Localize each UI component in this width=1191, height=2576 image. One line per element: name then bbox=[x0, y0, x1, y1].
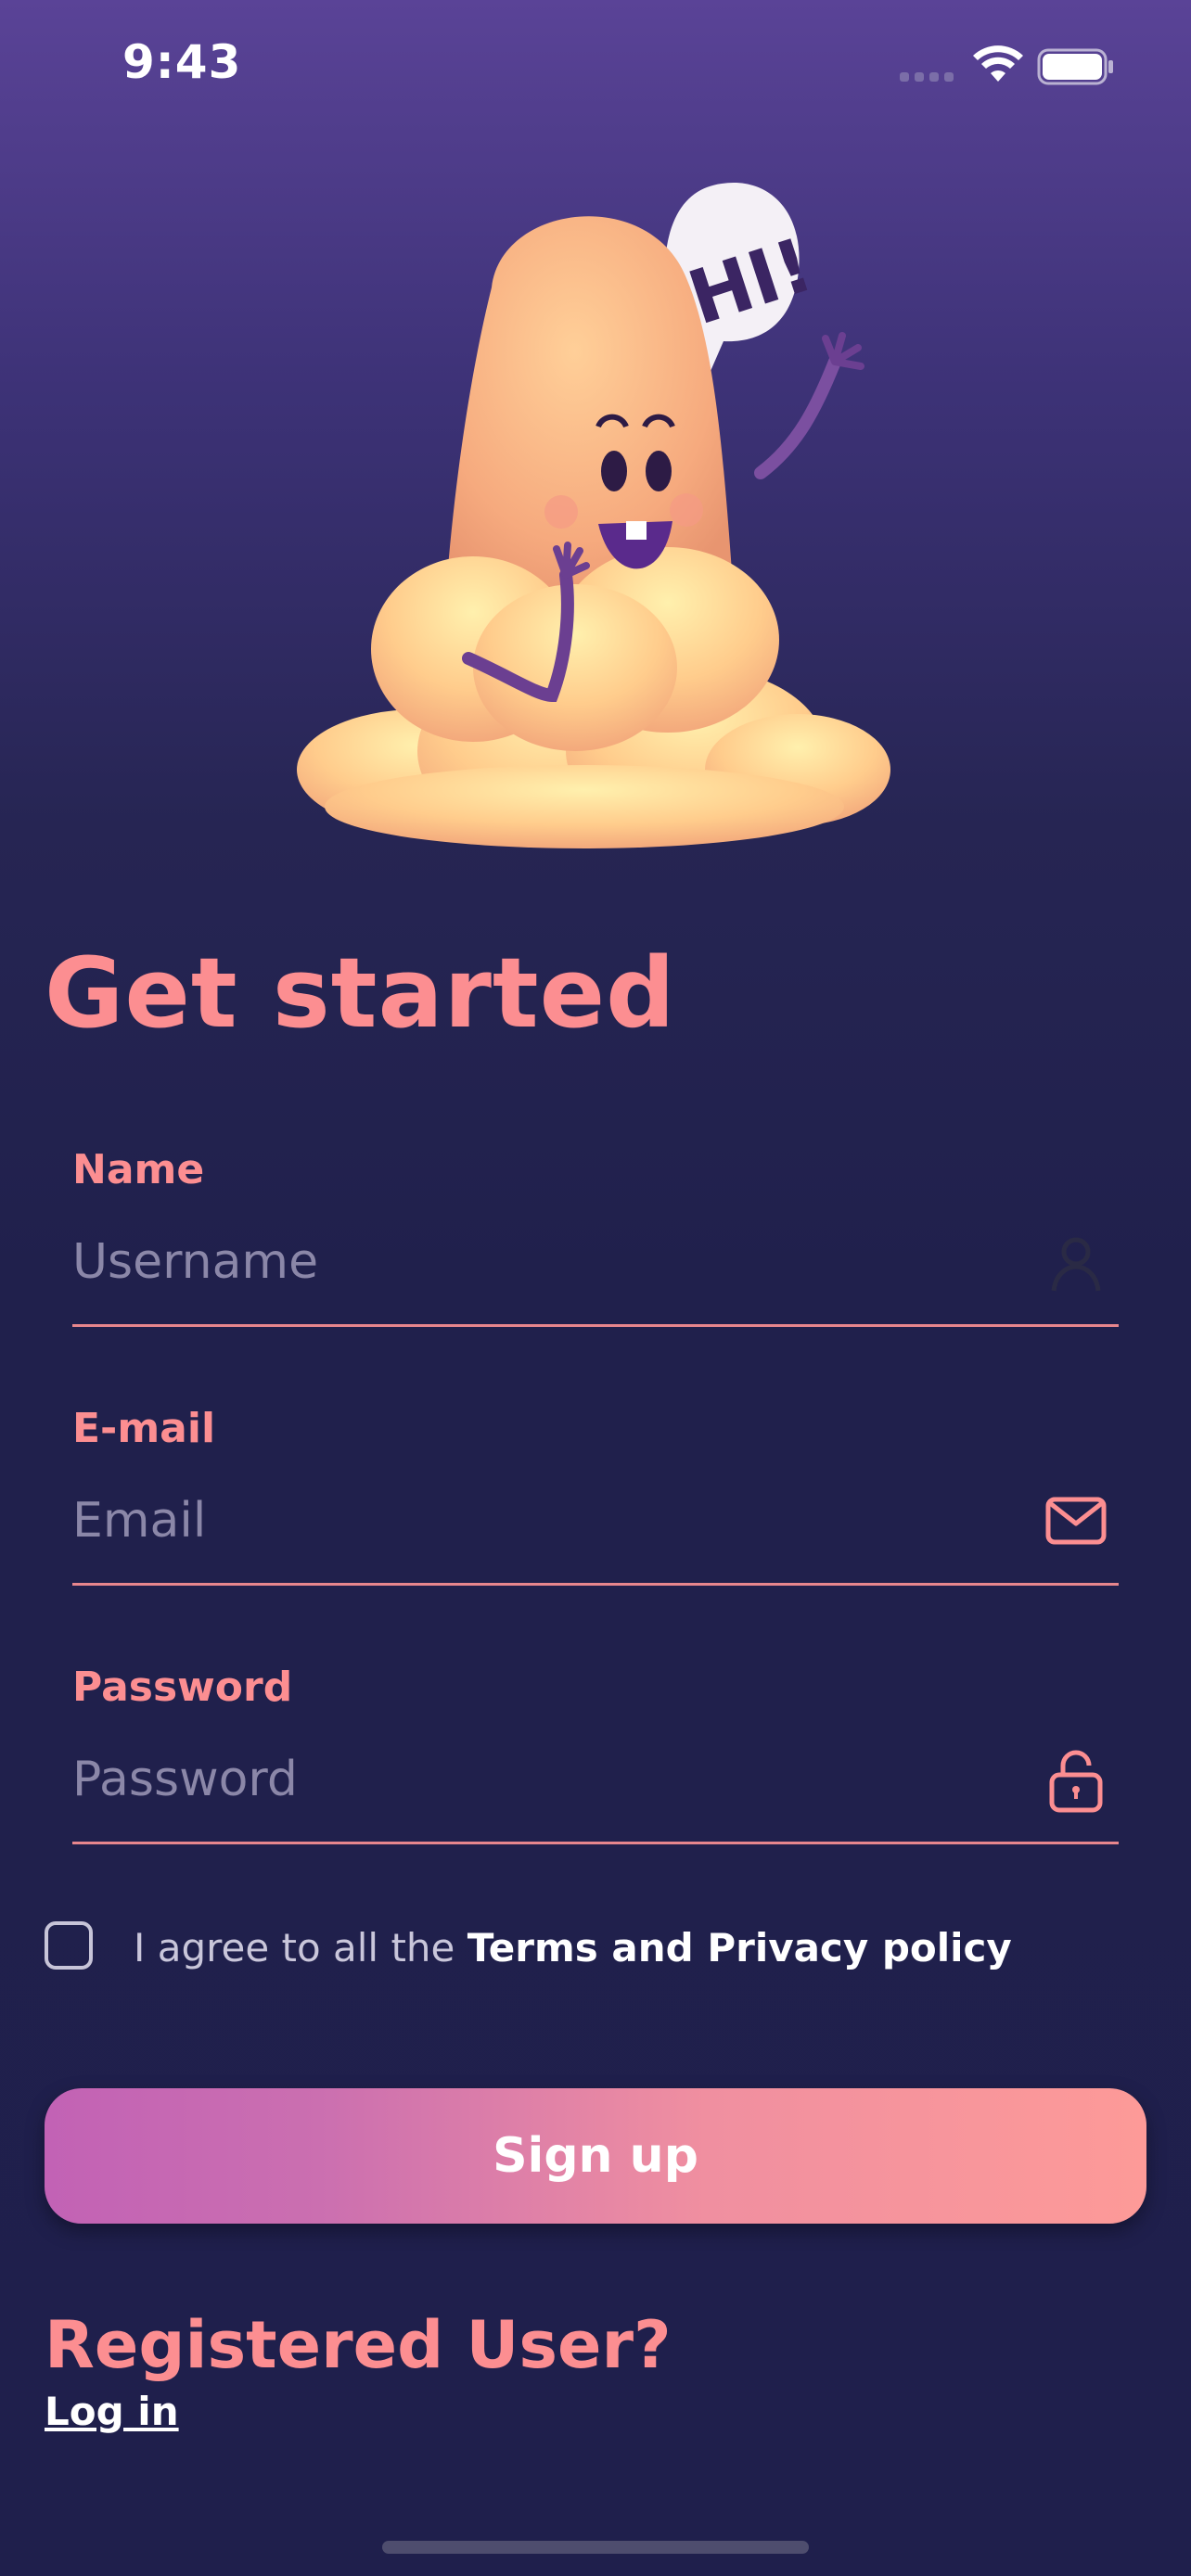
email-label: E-mail bbox=[72, 1405, 216, 1452]
email-underline bbox=[72, 1583, 1119, 1586]
home-indicator bbox=[382, 2541, 809, 2554]
unlock-icon bbox=[1049, 1750, 1103, 1813]
hello-mascot-illustration: HI! bbox=[297, 182, 890, 848]
user-icon bbox=[1051, 1237, 1101, 1292]
terms-agreement: I agree to all the Terms and Privacy pol… bbox=[45, 1921, 1139, 1977]
name-field: Name bbox=[72, 1146, 1119, 1332]
terms-prefix: I agree to all the bbox=[134, 1925, 467, 1970]
password-field: Password bbox=[72, 1664, 1119, 1849]
cellular-signal-icon bbox=[900, 72, 955, 82]
status-time: 9:43 bbox=[122, 35, 242, 89]
registered-user-heading: Registered User? bbox=[45, 2307, 672, 2383]
sign-up-button[interactable]: Sign up bbox=[45, 2088, 1146, 2224]
terms-checkbox[interactable] bbox=[45, 1921, 93, 1970]
status-bar: 9:43 bbox=[0, 0, 1191, 130]
page-title: Get started bbox=[45, 937, 676, 1050]
terms-privacy-link[interactable]: Terms and Privacy policy bbox=[467, 1925, 1012, 1970]
email-input[interactable] bbox=[72, 1479, 1018, 1562]
email-field: E-mail bbox=[72, 1405, 1119, 1590]
name-label: Name bbox=[72, 1146, 205, 1193]
battery-icon bbox=[1037, 48, 1113, 85]
terms-text: I agree to all the Terms and Privacy pol… bbox=[134, 1925, 1012, 1970]
username-input[interactable] bbox=[72, 1220, 1018, 1304]
log-in-link[interactable]: Log in bbox=[45, 2389, 179, 2434]
password-underline bbox=[72, 1842, 1119, 1844]
name-underline bbox=[72, 1324, 1119, 1327]
mail-icon bbox=[1045, 1497, 1107, 1545]
wifi-icon bbox=[973, 45, 1023, 82]
password-label: Password bbox=[72, 1664, 293, 1711]
password-input[interactable] bbox=[72, 1738, 1018, 1821]
